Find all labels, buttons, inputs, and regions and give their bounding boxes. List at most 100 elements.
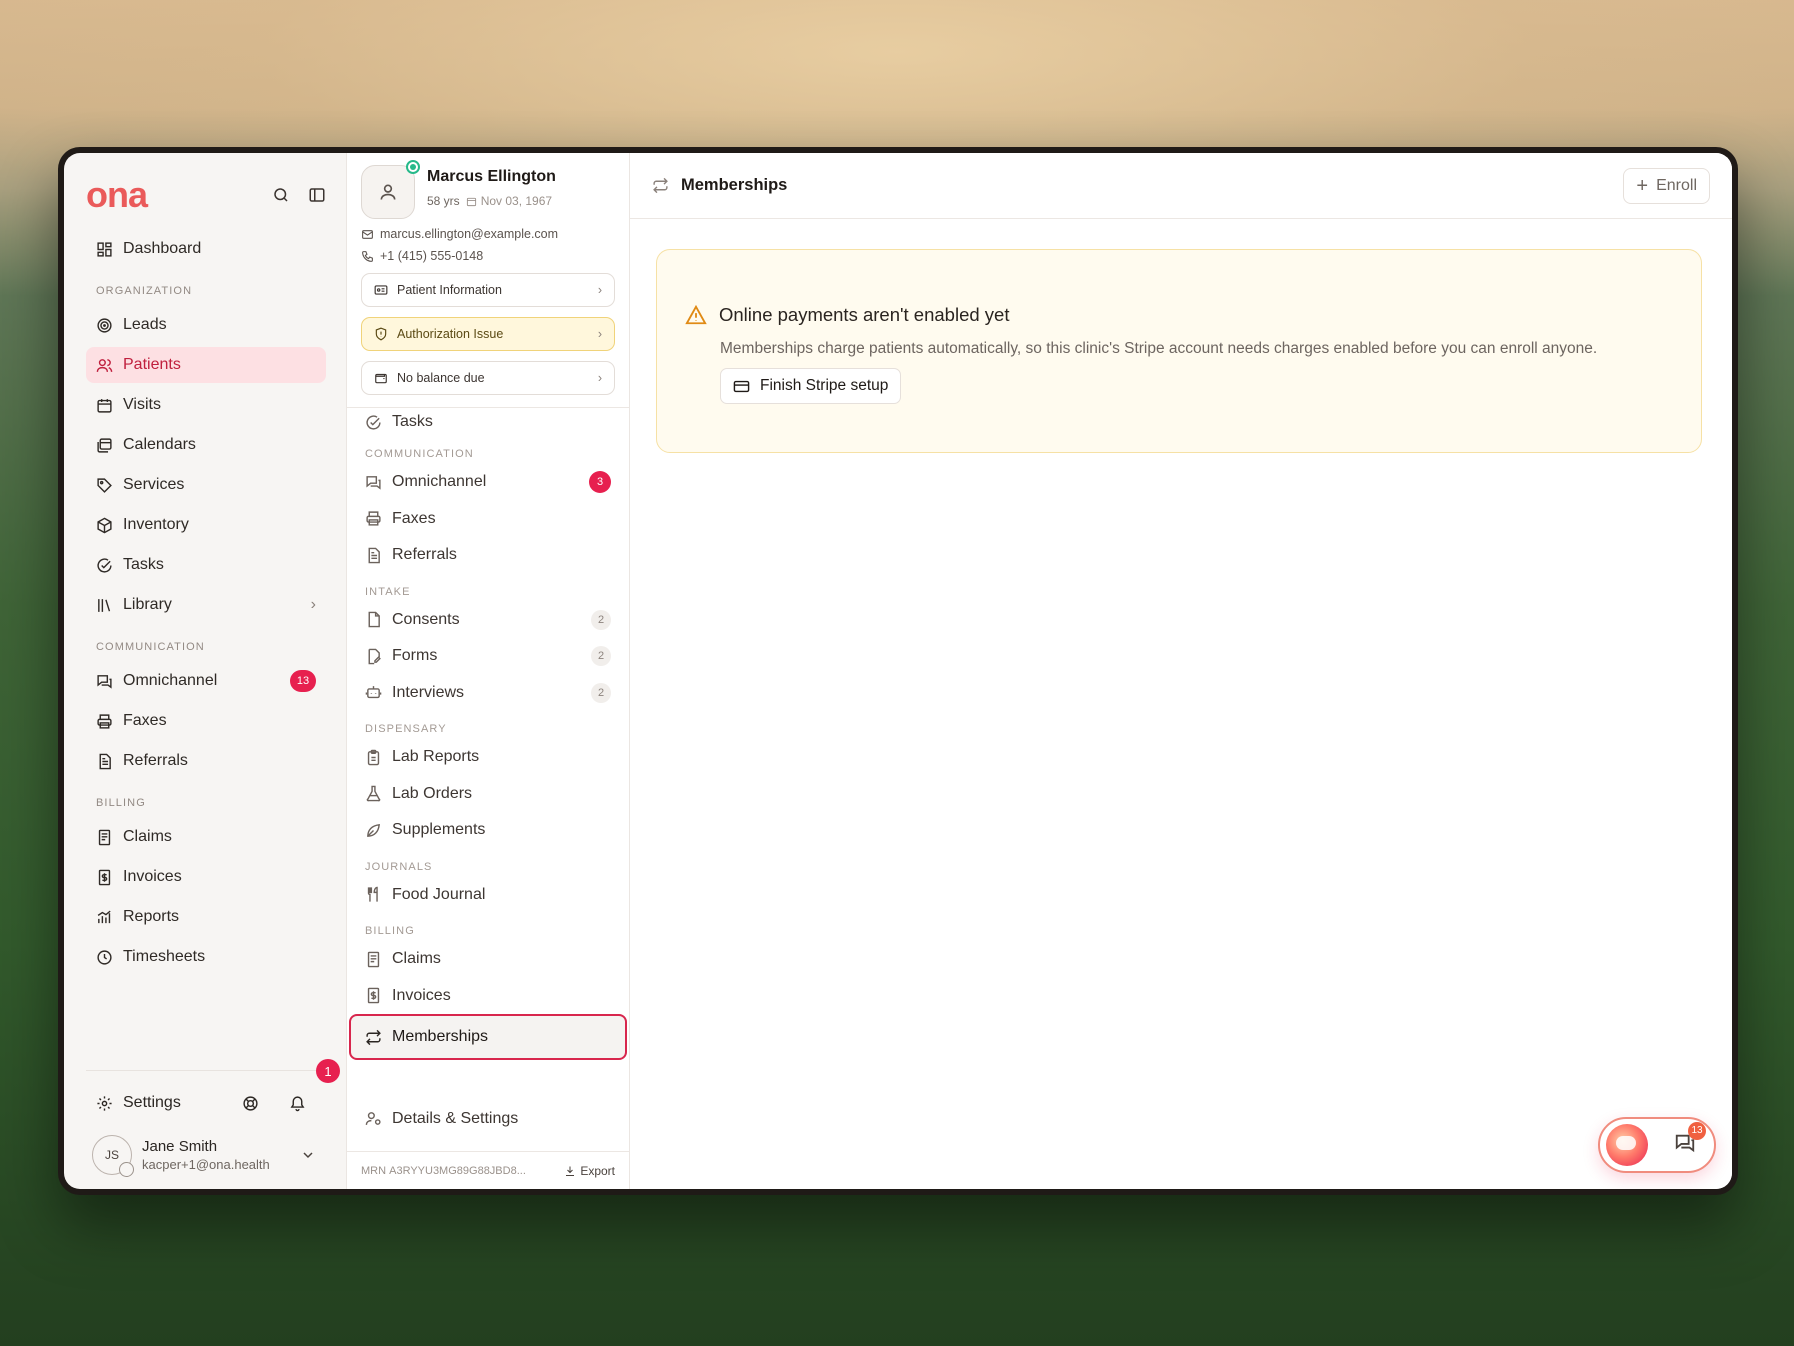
app-window: ona Dashboard ORGANIZATION Leads Patient…	[58, 147, 1738, 1195]
page-title: Memberships	[681, 176, 788, 194]
sidebar-bottom: 1 Settings JS Jane Smith kacper+1@ona.he…	[86, 1059, 340, 1177]
id-card-icon	[374, 285, 388, 295]
sidebar-item-reports[interactable]: Reports	[86, 899, 326, 935]
card-label: Authorization Issue	[397, 327, 504, 341]
user-email: kacper+1@ona.health	[142, 1157, 270, 1172]
sidebar-item-leads[interactable]: Leads	[86, 307, 326, 343]
patient-nav-consents[interactable]: Consents 2	[361, 602, 615, 639]
patient-information-button[interactable]: Patient Information ›	[361, 273, 615, 307]
patient-nav-claims[interactable]: Claims	[361, 941, 615, 978]
avatar: JS	[92, 1135, 134, 1177]
calendars-icon	[97, 437, 112, 453]
search-icon[interactable]	[272, 186, 290, 204]
nav-label: Invoices	[392, 986, 451, 1004]
sidebar-item-claims[interactable]: Claims	[86, 819, 326, 855]
check-circle-icon	[97, 557, 112, 573]
brand-row: ona	[86, 175, 326, 215]
patient-nav-tasks[interactable]: Tasks	[361, 408, 615, 436]
patient-demographics: 58 yrs Nov 03, 1967	[427, 194, 556, 208]
balance-button[interactable]: No balance due ›	[361, 361, 615, 395]
patient-nav-memberships[interactable]: Memberships	[349, 1014, 627, 1060]
nav-label: Interviews	[392, 683, 465, 701]
dashboard-icon	[97, 241, 112, 257]
nav-label: Forms	[392, 647, 438, 665]
avatar-initials: JS	[104, 1148, 119, 1162]
sidebar-item-label: Omnichannel	[123, 672, 218, 689]
sidebar-item-patients[interactable]: Patients	[86, 347, 326, 383]
app-shell: ona Dashboard ORGANIZATION Leads Patient…	[64, 153, 1732, 1189]
patient-email[interactable]: marcus.ellington@example.com	[361, 227, 615, 241]
sidebar-item-label: Library	[123, 596, 172, 613]
sidebar-item-referrals[interactable]: Referrals	[86, 743, 326, 779]
calendar-icon	[466, 197, 476, 206]
patient-phone[interactable]: +1 (415) 555-0148	[361, 249, 615, 263]
sidebar-toggle-icon[interactable]	[308, 186, 326, 204]
patient-dob-value: Nov 03, 1967	[480, 194, 553, 208]
section-label-organization: ORGANIZATION	[96, 285, 193, 297]
patient-nav-forms[interactable]: Forms 2	[361, 638, 615, 675]
sidebar-item-label: Claims	[123, 828, 172, 845]
sidebar-item-calendars[interactable]: Calendars	[86, 427, 326, 463]
patient-nav-faxes[interactable]: Faxes	[361, 501, 615, 538]
export-button[interactable]: Export	[564, 1164, 615, 1178]
sidebar-item-label: Services	[123, 476, 185, 493]
nav-label: Claims	[392, 950, 441, 968]
calendar-icon	[97, 398, 112, 413]
sidebar-item-timesheets[interactable]: Timesheets	[86, 939, 326, 975]
receipt-icon	[98, 829, 111, 845]
patient-nav-interviews[interactable]: Interviews 2	[361, 675, 615, 712]
enroll-button[interactable]: + Enroll	[1623, 167, 1710, 204]
patient-nav-lab-reports[interactable]: Lab Reports	[361, 739, 615, 776]
sidebar-item-inventory[interactable]: Inventory	[86, 507, 326, 543]
authorization-issue-button[interactable]: Authorization Issue ›	[361, 317, 615, 351]
assistant-orb-icon[interactable]	[1606, 1124, 1648, 1166]
patient-nav-supplements[interactable]: Supplements	[361, 812, 615, 849]
sidebar-item-library[interactable]: Library ›	[86, 587, 326, 623]
export-label: Export	[580, 1163, 615, 1178]
nav-label: Omnichannel	[392, 473, 487, 491]
chat-widget[interactable]: 13	[1598, 1117, 1716, 1173]
sidebar-item-tasks[interactable]: Tasks	[86, 547, 326, 583]
document-icon	[99, 753, 111, 769]
patient-avatar[interactable]	[361, 160, 420, 219]
patient-identity: Marcus Ellington 58 yrs Nov 03, 1967	[361, 160, 615, 219]
patient-nav-omnichannel[interactable]: Omnichannel 3	[361, 464, 615, 501]
mrn-value[interactable]: A3RYYU3MG89G88JBD8...	[389, 1165, 526, 1177]
patient-nav-invoices[interactable]: Invoices	[361, 978, 615, 1015]
sidebar-item-label: Visits	[123, 396, 161, 413]
chevron-down-icon[interactable]	[300, 1147, 316, 1163]
sidebar-item-invoices[interactable]: Invoices	[86, 859, 326, 895]
shield-alert-icon	[375, 327, 387, 341]
sidebar-item-dashboard[interactable]: Dashboard	[86, 231, 326, 267]
sidebar-item-services[interactable]: Services	[86, 467, 326, 503]
flask-icon	[366, 785, 381, 802]
sidebar-item-visits[interactable]: Visits	[86, 387, 326, 423]
messages-launcher[interactable]: 13	[1674, 1121, 1706, 1159]
patient-nav-lab-orders[interactable]: Lab Orders	[361, 776, 615, 813]
leaf-icon	[367, 823, 380, 837]
patient-nav-food-journal[interactable]: Food Journal	[361, 877, 615, 914]
user-settings-icon	[365, 1112, 381, 1126]
main-header: Memberships + Enroll	[630, 153, 1732, 219]
sidebar-item-omnichannel[interactable]: Omnichannel 13	[86, 663, 326, 699]
user-profile[interactable]: JS Jane Smith kacper+1@ona.health	[86, 1121, 326, 1177]
printer-icon	[97, 713, 112, 729]
patient-nav-details-settings[interactable]: Details & Settings	[365, 1101, 611, 1138]
bell-icon[interactable]	[289, 1095, 306, 1112]
payments-warning-alert: Online payments aren't enabled yet Membe…	[656, 249, 1702, 453]
logo[interactable]: ona	[86, 177, 148, 213]
clock-icon	[97, 949, 112, 965]
bot-icon	[365, 686, 382, 699]
help-lifebuoy-icon[interactable]	[242, 1095, 259, 1112]
notification-count-badge[interactable]: 1	[316, 1059, 340, 1083]
sidebar-item-label: Tasks	[123, 556, 164, 573]
chevron-right-icon: ›	[597, 371, 602, 385]
finish-stripe-setup-button[interactable]: Finish Stripe setup	[720, 368, 902, 404]
patient-nav: Tasks COMMUNICATION Omnichannel 3 Faxes …	[347, 408, 629, 1097]
sidebar-item-faxes[interactable]: Faxes	[86, 703, 326, 739]
wallet-icon	[375, 373, 387, 384]
chat-unread-badge: 13	[1688, 1121, 1706, 1140]
patient-nav-referrals[interactable]: Referrals	[361, 537, 615, 574]
sidebar-item-settings[interactable]: Settings	[86, 1085, 326, 1121]
nav-label: Faxes	[392, 509, 436, 527]
